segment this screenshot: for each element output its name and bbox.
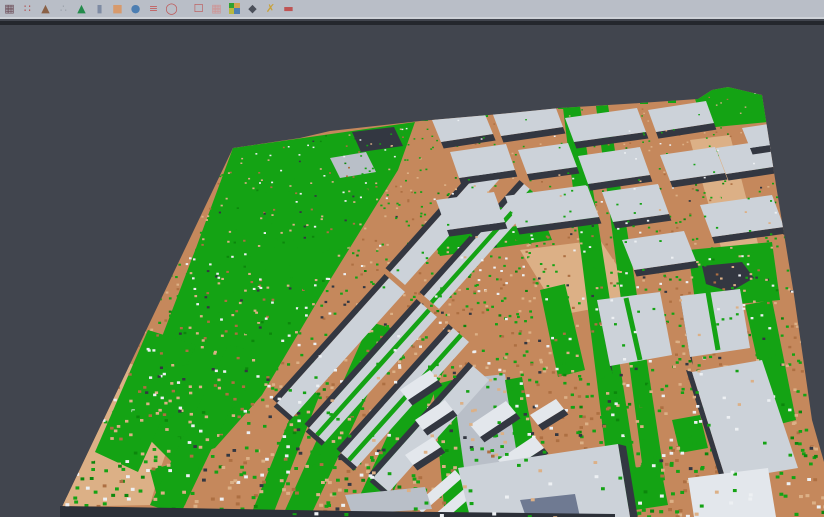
globe-icon[interactable]: ● — [129, 1, 142, 16]
classification-map-icon-swatch — [229, 3, 240, 14]
circle-selection-icon[interactable]: ◯ — [165, 1, 178, 16]
delete-cross-icon[interactable]: ✗ — [264, 1, 277, 16]
terrain-mound-icon[interactable]: ▲ — [39, 1, 52, 16]
point-cloud-icon[interactable]: ∷ — [21, 1, 34, 16]
orthophoto-icon[interactable]: ■ — [111, 1, 124, 16]
vegetation-mound-icon[interactable]: ▲ — [75, 1, 88, 16]
mesh-icon[interactable]: ◆ — [246, 1, 259, 16]
scene-svg — [0, 0, 824, 517]
toolbar-separator-shadow — [0, 21, 824, 25]
toolbar: ▦ ∷ ▲ ∴ ▲ ▮ ■ ● ≡ ◯ ☐ ▦ ◆ ✗ ▬ — [0, 0, 824, 19]
flag-icon[interactable]: ▬ — [282, 1, 295, 16]
panel-icon[interactable]: ▮ — [93, 1, 106, 16]
sparse-points-icon[interactable]: ∴ — [57, 1, 70, 16]
rect-selection-icon[interactable]: ☐ — [192, 1, 205, 16]
classification-map-icon[interactable] — [228, 1, 241, 16]
pixel-art-icon[interactable]: ▦ — [3, 1, 16, 16]
viewport-3d[interactable] — [0, 0, 824, 517]
table-icon[interactable]: ≡ — [147, 1, 160, 16]
grid-icon[interactable]: ▦ — [210, 1, 223, 16]
application-window: ▦ ∷ ▲ ∴ ▲ ▮ ■ ● ≡ ◯ ☐ ▦ ◆ ✗ ▬ — [0, 0, 824, 517]
